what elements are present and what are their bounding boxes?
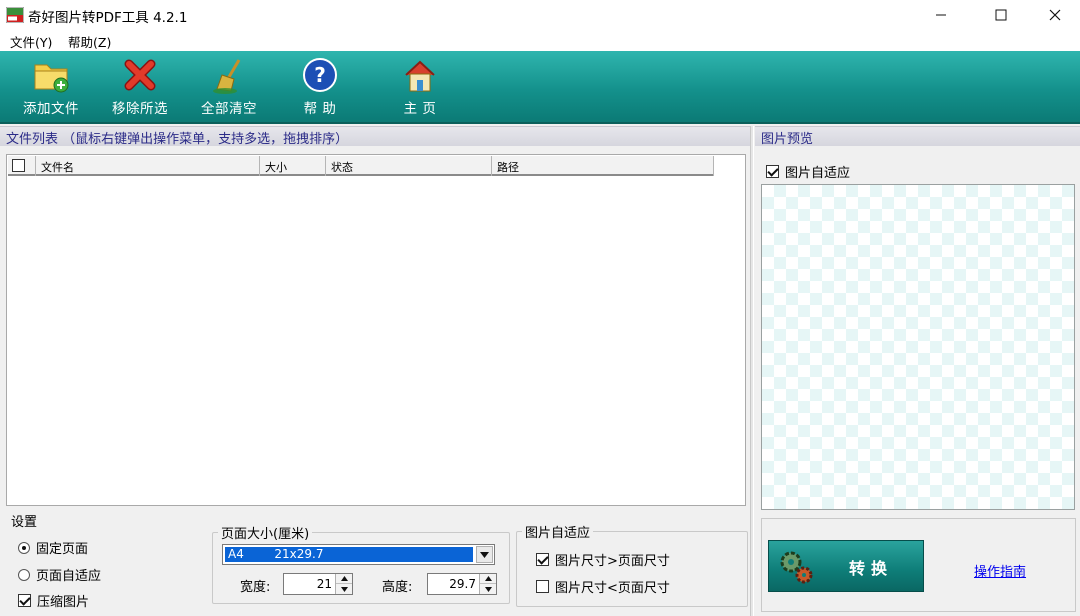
chevron-down-icon [480,551,489,558]
clear-all-label: 全部清空 [201,101,257,117]
arrow-down-icon [340,586,348,592]
menu-bar: 文件(Y) 帮助(Z) [0,30,1080,51]
menu-file[interactable]: 文件(Y) [10,32,52,51]
image-larger-label: 图片尺寸>页面尺寸 [555,554,670,569]
fixed-page-label: 固定页面 [36,542,89,557]
image-larger-option[interactable]: 图片尺寸>页面尺寸 [536,550,670,569]
fixed-page-radio[interactable] [18,541,30,554]
maximize-icon [995,9,1007,21]
image-larger-checkbox[interactable] [536,553,549,566]
pdf-app-icon [6,7,24,23]
remove-selected-button[interactable]: 移除所选 [95,57,185,119]
arrow-up-icon [484,576,492,581]
image-smaller-checkbox[interactable] [536,580,549,593]
select-all-column[interactable] [8,156,36,176]
arrow-up-icon [340,576,348,581]
minimize-icon [936,14,946,16]
panel-splitter[interactable] [750,126,754,616]
toolbar: 添加文件 移除所选 全部清空 ? 帮 助 主 页 [0,51,1080,124]
preview-header: 图片预览 [755,126,1080,147]
help-label: 帮 助 [303,101,337,117]
height-value: 29.7 [449,577,476,591]
column-size[interactable]: 大小 [260,156,326,176]
file-list[interactable]: 文件名 大小 状态 路径 [6,154,746,506]
adaptive-page-label: 页面自适应 [36,569,102,584]
arrow-down-icon [484,586,492,592]
clear-all-button[interactable]: 全部清空 [184,57,274,119]
add-folder-icon [34,64,69,93]
height-decrement-button[interactable] [480,584,496,594]
page-size-value: A4 21x29.7 [225,547,473,562]
convert-button[interactable]: 转换 [768,540,924,592]
broom-icon [213,59,241,94]
window-title: 奇好图片转PDF工具 4.2.1 [28,10,188,26]
select-all-checkbox[interactable] [12,159,25,172]
width-label: 宽度: [240,580,271,595]
home-button[interactable]: 主 页 [375,57,465,119]
close-icon [1049,9,1061,21]
add-files-button[interactable]: 添加文件 [6,57,96,119]
width-spin-buttons [335,574,352,594]
add-files-label: 添加文件 [23,101,79,117]
home-label: 主 页 [403,101,437,117]
column-status[interactable]: 状态 [326,156,492,176]
adaptive-page-radio[interactable] [18,568,30,581]
remove-selected-label: 移除所选 [112,101,168,117]
file-list-header: 文件列表 （鼠标右键弹出操作菜单，支持多选，拖拽排序） [0,126,750,147]
compress-checkbox[interactable] [18,594,31,607]
red-x-icon [124,59,156,91]
home-icon [405,60,435,92]
dropdown-arrow-button[interactable] [476,546,493,563]
image-smaller-label: 图片尺寸<页面尺寸 [555,581,670,596]
title-bar: 奇好图片转PDF工具 4.2.1 [0,0,1080,30]
gears-icon [780,551,813,584]
compress-label: 压缩图片 [37,595,90,610]
height-spin-buttons [479,574,496,594]
preview-auto-fit-checkbox[interactable] [766,165,779,178]
settings-title: 设置 [8,511,41,530]
page-size-select[interactable]: A4 21x29.7 [222,544,495,565]
menu-help[interactable]: 帮助(Z) [68,32,111,51]
column-path[interactable]: 路径 [492,156,714,176]
image-preview-area [761,184,1075,510]
maximize-button[interactable] [978,0,1024,30]
height-spinner[interactable]: 29.7 [427,573,497,595]
close-button[interactable] [1032,0,1078,30]
width-spinner[interactable]: 21 [283,573,353,595]
height-label: 高度: [382,580,413,595]
file-list-columns: 文件名 大小 状态 路径 [8,156,714,176]
minimize-button[interactable] [918,0,964,30]
compress-option[interactable]: 压缩图片 [18,591,89,610]
help-button[interactable]: ? 帮 助 [275,57,365,119]
width-increment-button[interactable] [336,574,352,584]
page-size-title: 页面大小(厘米) [218,523,313,542]
preview-auto-fit-option[interactable]: 图片自适应 [766,162,850,181]
preview-auto-fit-label: 图片自适应 [785,166,851,181]
width-value: 21 [316,577,332,591]
column-filename[interactable]: 文件名 [36,156,260,176]
convert-label: 转换 [849,559,894,578]
height-increment-button[interactable] [480,574,496,584]
width-decrement-button[interactable] [336,584,352,594]
svg-text:?: ? [314,63,326,87]
image-smaller-option[interactable]: 图片尺寸<页面尺寸 [536,577,670,596]
fixed-page-option[interactable]: 固定页面 [18,538,88,557]
user-guide-link[interactable]: 操作指南 [974,561,1026,580]
help-question-icon: ? [303,58,337,92]
image-fit-title: 图片自适应 [522,522,594,541]
adaptive-page-option[interactable]: 页面自适应 [18,565,101,584]
